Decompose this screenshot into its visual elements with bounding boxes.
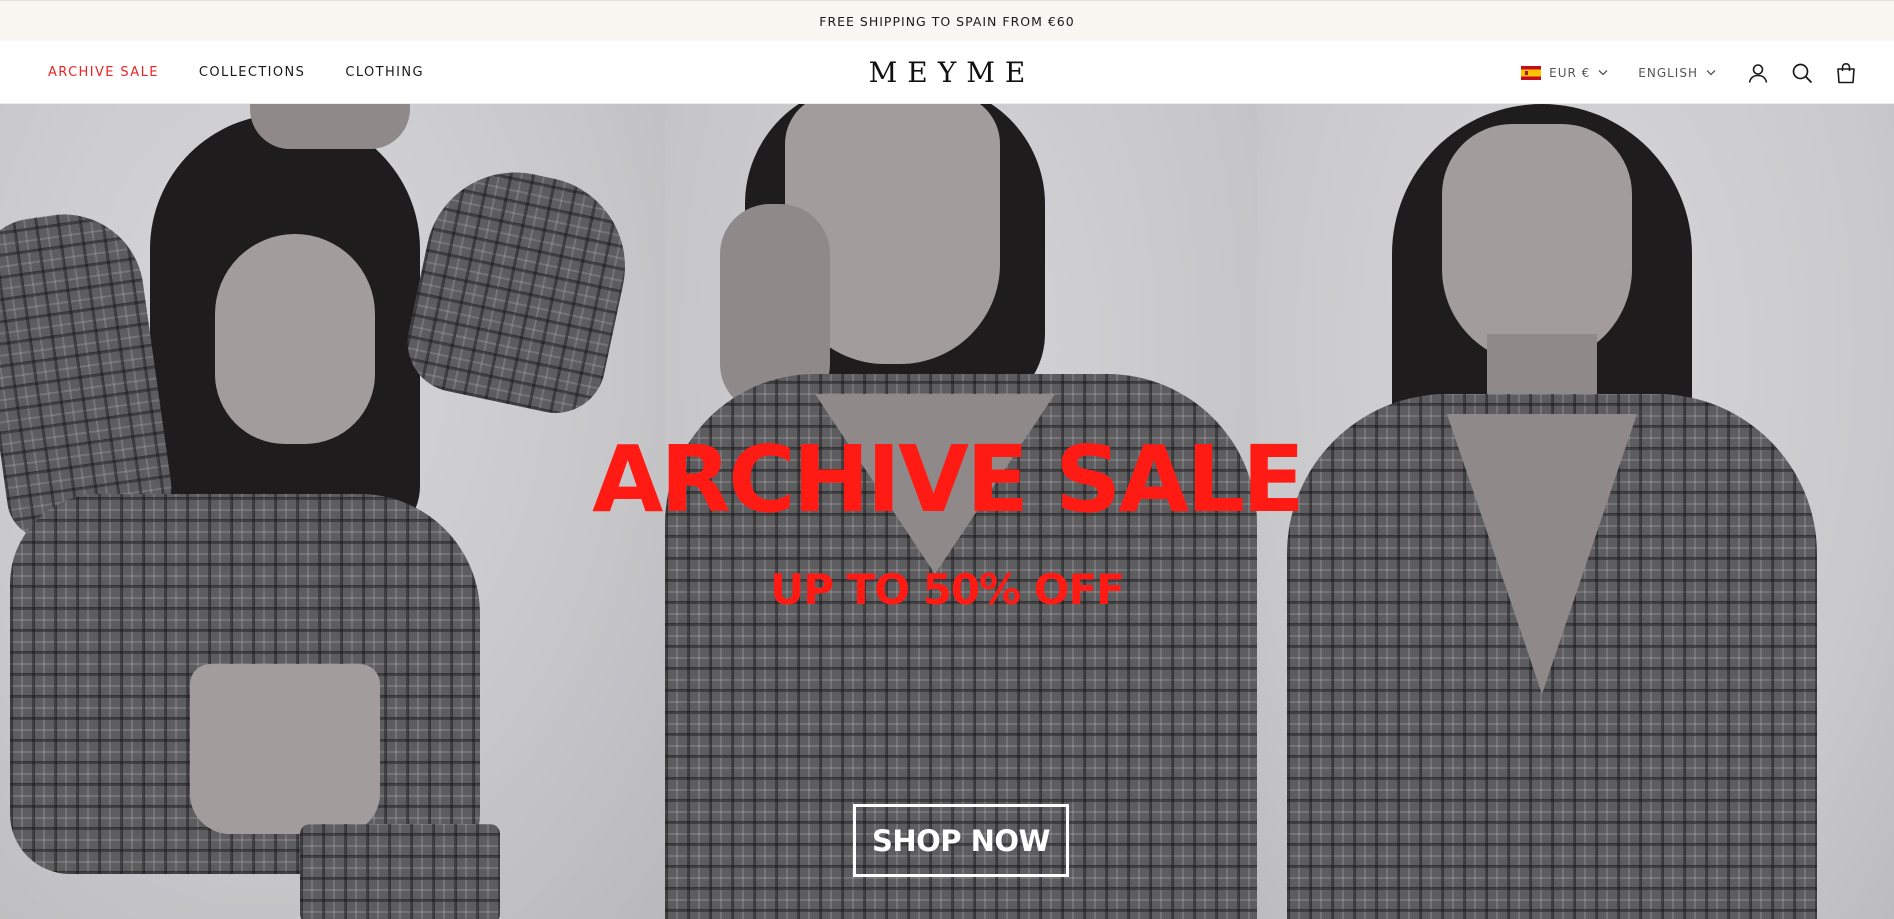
language-selector[interactable]: ENGLISH <box>1638 66 1716 80</box>
hero-banner: ARCHIVE SALE UP TO 50% OFF SHOP NOW <box>0 104 1894 919</box>
nav-clothing[interactable]: CLOTHING <box>345 65 424 80</box>
announcement-bar: FREE SHIPPING TO SPAIN FROM €60 <box>0 0 1894 41</box>
hero-image-center <box>665 104 1257 919</box>
cart-icon[interactable] <box>1834 61 1858 85</box>
announcement-text: FREE SHIPPING TO SPAIN FROM €60 <box>819 13 1075 29</box>
shop-now-button[interactable]: SHOP NOW <box>853 804 1069 877</box>
search-icon[interactable] <box>1790 61 1814 85</box>
chevron-down-icon <box>1598 70 1608 76</box>
header-actions: EUR € ENGLISH <box>1521 41 1858 104</box>
chevron-down-icon <box>1706 70 1716 76</box>
nav-archive-sale[interactable]: ARCHIVE SALE <box>48 65 159 80</box>
account-icon[interactable] <box>1746 61 1770 85</box>
hero-image-left <box>0 104 665 919</box>
currency-label: EUR € <box>1549 65 1591 80</box>
hero-image-right <box>1257 104 1894 919</box>
nav-collections[interactable]: COLLECTIONS <box>199 65 305 80</box>
currency-selector[interactable]: EUR € <box>1521 65 1608 80</box>
language-label: ENGLISH <box>1638 65 1698 80</box>
main-nav: ARCHIVE SALE COLLECTIONS CLOTHING <box>48 41 424 104</box>
spain-flag-icon <box>1521 65 1542 80</box>
site-logo[interactable]: MEYME <box>859 56 1036 89</box>
site-header: ARCHIVE SALE COLLECTIONS CLOTHING MEYME … <box>0 41 1894 104</box>
